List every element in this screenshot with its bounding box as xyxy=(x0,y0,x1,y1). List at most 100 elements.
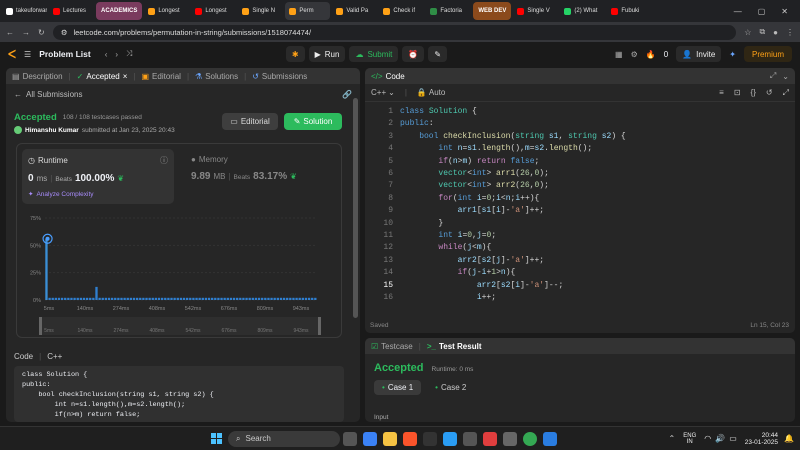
editorial-button[interactable]: ▭ Editorial xyxy=(222,113,278,130)
browser-tab[interactable]: Perm xyxy=(285,2,331,20)
line-number: 13 xyxy=(383,255,393,265)
wifi-icon[interactable]: ◠ xyxy=(704,434,711,443)
invite-button[interactable]: 👤 Invite xyxy=(676,46,722,62)
auto-mode-toggle[interactable]: 🔒 Auto xyxy=(417,88,445,97)
browser-tab[interactable]: Factoria xyxy=(426,2,471,20)
run-button[interactable]: ▶ Run xyxy=(308,46,346,62)
user-name[interactable]: Himanshu Kumar xyxy=(25,127,79,134)
analyze-complexity-link[interactable]: ✦ Analyze Complexity xyxy=(28,190,168,199)
notifications-icon[interactable]: 🔔 xyxy=(784,434,794,443)
layout-icon[interactable]: ▦ xyxy=(615,50,623,59)
tab-accepted[interactable]: ✓ Accepted × xyxy=(77,72,128,81)
site-info-icon[interactable]: ⚙ xyxy=(61,28,68,37)
star-icon[interactable]: ☆ xyxy=(744,28,751,37)
windows-start-icon[interactable] xyxy=(211,433,222,444)
shuffle-icon[interactable]: ⤨ xyxy=(126,49,132,59)
tab-editorial[interactable]: ▣ Editorial xyxy=(141,72,180,81)
clock-time[interactable]: 20:44 xyxy=(762,432,778,439)
case-2-button[interactable]: • Case 2 xyxy=(427,380,474,395)
tab-group[interactable]: WEB DEV xyxy=(473,2,512,20)
snipping-icon[interactable] xyxy=(543,431,557,446)
terminal-icon: >_ xyxy=(426,341,436,351)
vscode-icon[interactable] xyxy=(443,431,457,446)
chrome-icon[interactable] xyxy=(523,431,537,446)
solution-button[interactable]: ✎ Solution xyxy=(284,113,342,130)
y-tick-label: 25% xyxy=(30,271,41,277)
volume-icon[interactable]: 🔊 xyxy=(715,434,725,443)
camera-icon[interactable] xyxy=(503,431,517,446)
tab-testcase[interactable]: ☑ Testcase xyxy=(371,342,413,351)
url-field[interactable]: ⚙ leetcode.com/problems/permutation-in-s… xyxy=(52,24,737,40)
problem-list-link[interactable]: Problem List xyxy=(39,49,90,59)
runtime-distribution-chart[interactable]: 75%50%25%0%5ms 140ms 274ms 408ms 542ms 676ms 8… xyxy=(17,208,341,338)
browser-tab[interactable]: Check if xyxy=(379,2,424,20)
runtime-card[interactable]: ◷ Runtime ⓘ 0 ms | Beats 100.00% ❦ ✦ Analy… xyxy=(22,149,174,204)
result-status: Accepted xyxy=(374,362,424,374)
app-red-icon[interactable] xyxy=(483,431,497,446)
back-icon[interactable]: ← xyxy=(6,28,14,37)
list-icon[interactable]: ☰ xyxy=(24,50,31,59)
premium-button[interactable]: Premium xyxy=(743,46,792,62)
office-icon[interactable] xyxy=(423,431,437,446)
profile-icon[interactable]: ● xyxy=(773,28,778,37)
notes-button[interactable]: ✎ xyxy=(428,46,448,62)
timer-button[interactable]: ⏰ xyxy=(402,46,425,62)
tab-solutions[interactable]: ⚗ Solutions xyxy=(195,72,238,81)
close-window-button[interactable]: ✕ xyxy=(781,7,788,16)
left-scrollbar[interactable] xyxy=(353,98,358,318)
reset-icon[interactable]: ↺ xyxy=(766,88,773,97)
browser-tab[interactable]: Fubuki xyxy=(607,2,652,20)
tab-description[interactable]: ▤ Description xyxy=(12,72,63,81)
browser-tab[interactable]: Valid Pa xyxy=(332,2,377,20)
code-editor[interactable]: class Solution { public: bool checkInclu… xyxy=(393,106,783,306)
tab-test-result[interactable]: >_ Test Result xyxy=(427,342,482,351)
fullscreen-icon[interactable]: ⤢ xyxy=(783,88,789,98)
search-box[interactable]: ⌕ Search xyxy=(228,430,340,447)
tab-submissions[interactable]: ↺ Submissions xyxy=(252,72,307,81)
language-select[interactable]: C++ ⌄ xyxy=(371,88,395,97)
extensions-icon[interactable]: ⧉ xyxy=(759,27,765,37)
braces-icon[interactable]: {} xyxy=(751,88,756,97)
case-1-button[interactable]: • Case 1 xyxy=(374,380,422,395)
tab-group[interactable]: ACADEMICS xyxy=(96,2,143,20)
browser-tab[interactable]: Single N xyxy=(238,2,283,20)
browser-tab[interactable]: Single V xyxy=(513,2,558,20)
streak-icon[interactable]: 🔥 xyxy=(646,50,656,59)
browser-tab[interactable]: takeuforward xyxy=(2,2,47,20)
browser-tab[interactable]: Longest xyxy=(191,2,236,20)
menu-icon[interactable]: ⋮ xyxy=(786,28,794,37)
link-icon[interactable]: 🔗 xyxy=(342,90,352,99)
browser-tab[interactable]: Longest xyxy=(144,2,189,20)
bookmark-icon[interactable]: ⊡ xyxy=(734,88,741,97)
widgets-icon[interactable] xyxy=(363,431,377,446)
minimize-panel-icon[interactable]: ⌄ xyxy=(782,72,789,81)
code-tab[interactable]: </> Code xyxy=(371,72,405,81)
pro-icon[interactable]: ✦ xyxy=(729,50,736,59)
leetcode-logo-icon[interactable]: ᐸ xyxy=(8,48,16,61)
info-icon[interactable]: ⓘ xyxy=(160,155,168,166)
settings-icon[interactable]: ⚙ xyxy=(631,50,638,59)
expand-icon[interactable]: ⤢ xyxy=(770,71,776,81)
chart-bar xyxy=(54,297,58,300)
debug-button[interactable]: ✱ xyxy=(285,46,305,62)
prev-problem-icon[interactable]: ‹ xyxy=(105,50,108,59)
battery-icon[interactable]: ▭ xyxy=(729,434,737,443)
chart-bar xyxy=(120,297,123,300)
format-icon[interactable]: ≡ xyxy=(719,88,724,97)
maximize-button[interactable]: ▢ xyxy=(758,7,766,16)
brave-browser-icon[interactable] xyxy=(403,431,417,446)
task-view-icon[interactable] xyxy=(343,431,357,446)
file-explorer-icon[interactable] xyxy=(383,431,397,446)
browser-tab[interactable]: (2) What xyxy=(560,2,605,20)
minimize-button[interactable]: — xyxy=(734,7,742,16)
memory-card[interactable]: ● Memory 9.89 MB | Beats 83.17% ❦ xyxy=(185,149,335,204)
forward-icon[interactable]: → xyxy=(22,28,30,37)
browser-tab[interactable]: Lectures xyxy=(49,2,94,20)
store-icon[interactable] xyxy=(463,431,477,446)
reload-icon[interactable]: ↻ xyxy=(38,28,45,37)
submit-button[interactable]: ☁ Submit xyxy=(349,46,399,62)
tray-chevron-icon[interactable]: ⌃ xyxy=(669,434,676,443)
next-problem-icon[interactable]: › xyxy=(115,50,118,59)
close-tab-icon[interactable]: × xyxy=(123,72,128,81)
all-submissions-link[interactable]: ← All Submissions xyxy=(14,90,82,99)
